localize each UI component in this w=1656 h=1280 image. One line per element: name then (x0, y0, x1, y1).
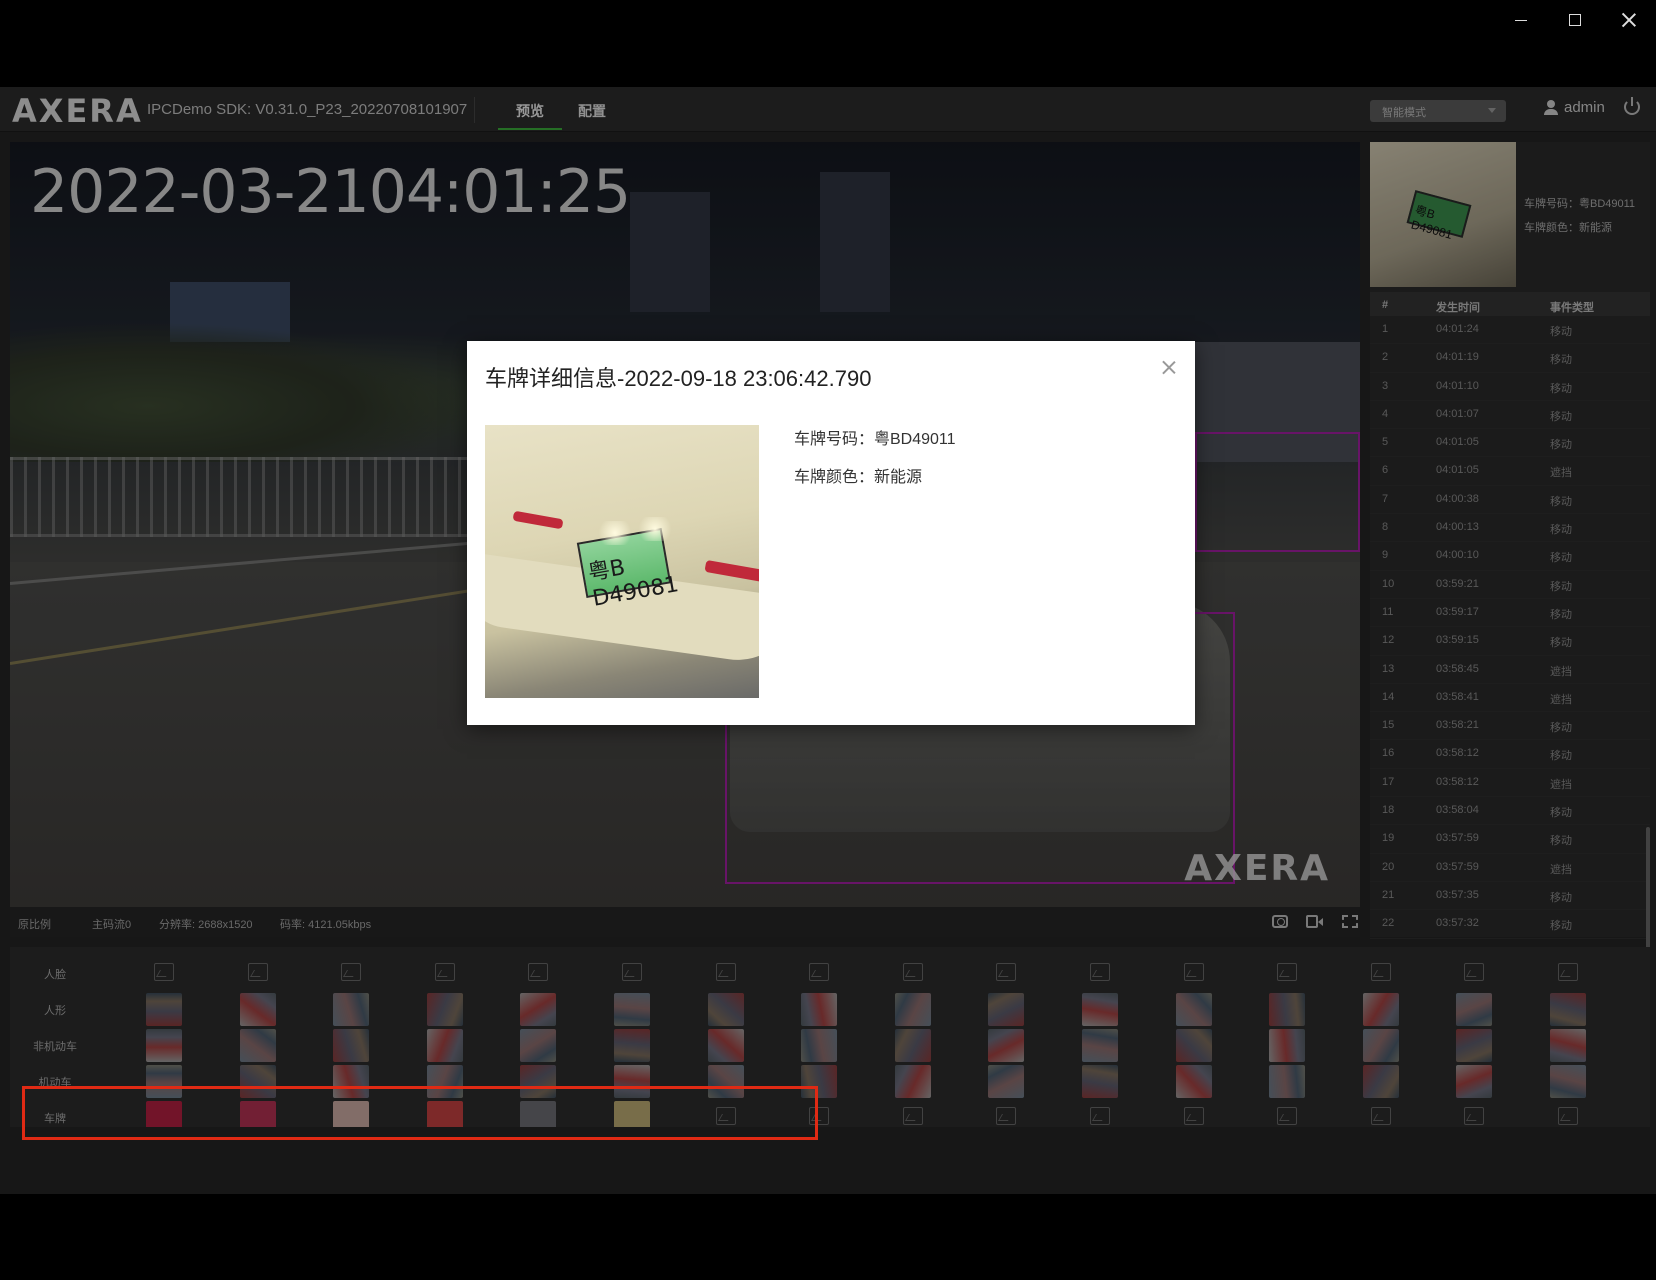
plate-light (595, 521, 635, 545)
tail-light (704, 559, 759, 583)
plate-color: 车牌颜色：新能源 (794, 469, 923, 486)
highlight-box (22, 1086, 818, 1140)
plate-capture-image: 粤B D49081 (485, 425, 759, 698)
close-icon[interactable] (1162, 361, 1176, 375)
maximize-button[interactable] (1548, 0, 1602, 40)
dialog-title: 车牌详细信息-2022-09-18 23:06:42.790 (485, 366, 872, 391)
close-icon (1622, 13, 1636, 27)
minimize-button[interactable] (1494, 0, 1548, 40)
minimize-icon (1515, 19, 1527, 21)
plate-light (635, 517, 675, 541)
close-button[interactable] (1602, 0, 1656, 40)
app-window: AXERA IPCDemo SDK: V0.31.0_P23_202207081… (0, 87, 1656, 1194)
screen: AXERA IPCDemo SDK: V0.31.0_P23_202207081… (0, 0, 1656, 1280)
tail-light (512, 510, 564, 530)
plate-detail-dialog: 车牌详细信息-2022-09-18 23:06:42.790 粤B D49081… (467, 341, 1195, 725)
maximize-icon (1569, 14, 1581, 26)
window-controls (1494, 0, 1656, 40)
plate-number: 车牌号码：粤BD49011 (794, 431, 956, 448)
